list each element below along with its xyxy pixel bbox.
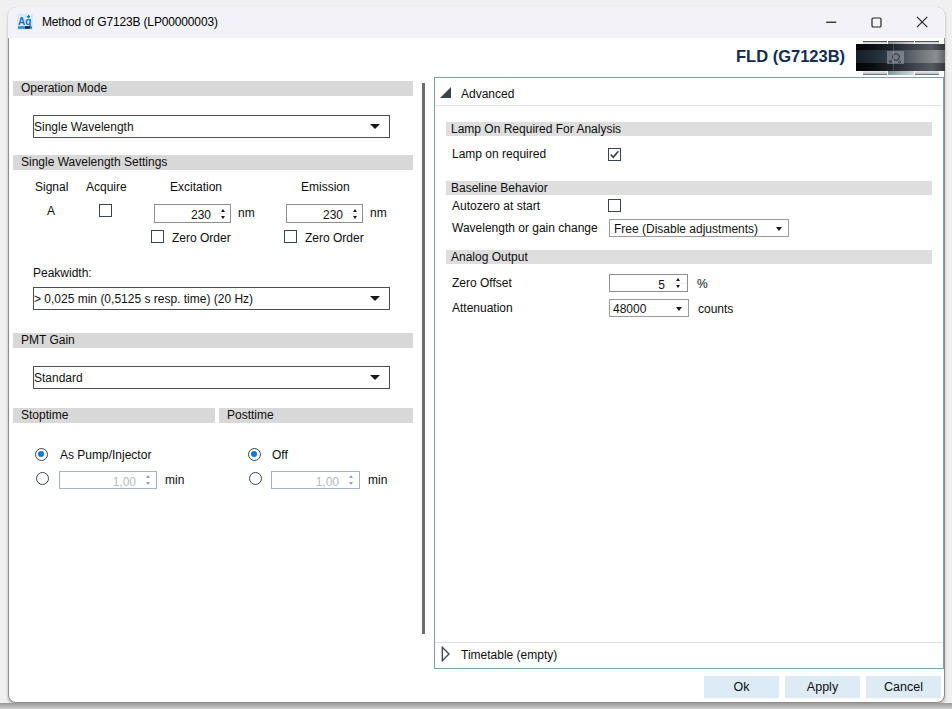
svg-text:Aq: Aq: [18, 16, 31, 27]
